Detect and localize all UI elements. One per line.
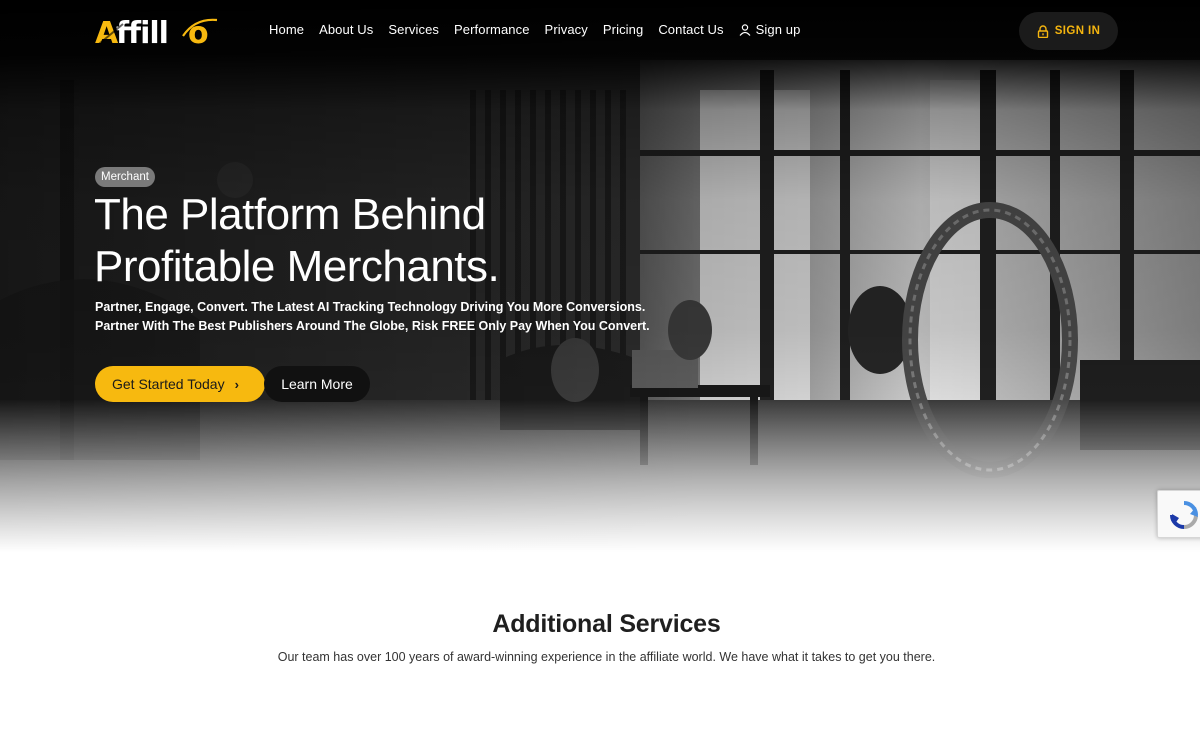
learn-more-label: Learn More [281, 376, 353, 392]
hero-subtext-line-2: Partner With The Best Publishers Around … [95, 319, 650, 333]
signup-label: Sign up [755, 22, 801, 37]
nav-privacy[interactable]: Privacy [545, 22, 588, 37]
get-started-label: Get Started Today [112, 376, 225, 392]
chevron-right-icon: › [234, 376, 239, 392]
affillo-logo[interactable]: A ffill o [95, 12, 220, 50]
hero-headline-line-1: The Platform Behind [94, 190, 486, 239]
hero-headline-line-2: Profitable Merchants. [94, 242, 500, 291]
user-icon [739, 23, 751, 36]
hero-subtext: Partner, Engage, Convert. The Latest AI … [95, 298, 650, 336]
hero-headline: The Platform Behind Profitable Merchants… [94, 189, 614, 293]
sign-in-label: SIGN IN [1054, 25, 1101, 37]
recaptcha-icon [1170, 501, 1198, 529]
nav-contact-us[interactable]: Contact Us [658, 22, 723, 37]
main-nav: Home About Us Services Performance Priva… [269, 22, 800, 37]
nav-services[interactable]: Services [388, 22, 439, 37]
hero-subtext-line-1: Partner, Engage, Convert. The Latest AI … [95, 300, 646, 314]
nav-about-us[interactable]: About Us [319, 22, 373, 37]
nav-pricing[interactable]: Pricing [603, 22, 643, 37]
merchant-badge: Merchant [95, 167, 155, 187]
sign-in-button[interactable]: SIGN IN [1019, 12, 1118, 50]
nav-performance[interactable]: Performance [454, 22, 530, 37]
nav-home[interactable]: Home [269, 22, 304, 37]
get-started-button[interactable]: Get Started Today › [95, 366, 265, 402]
lock-icon [1037, 24, 1048, 38]
recaptcha-badge[interactable] [1157, 490, 1200, 538]
svg-text:ffill: ffill [116, 16, 168, 50]
services-subtitle: Our team has over 100 years of award-win… [277, 650, 936, 664]
services-title: Additional Services [492, 610, 721, 638]
signup-link[interactable]: Sign up [739, 22, 801, 37]
top-navbar: A ffill o Home About Us Services Perform… [0, 0, 1200, 62]
learn-more-button[interactable]: Learn More [264, 366, 370, 402]
